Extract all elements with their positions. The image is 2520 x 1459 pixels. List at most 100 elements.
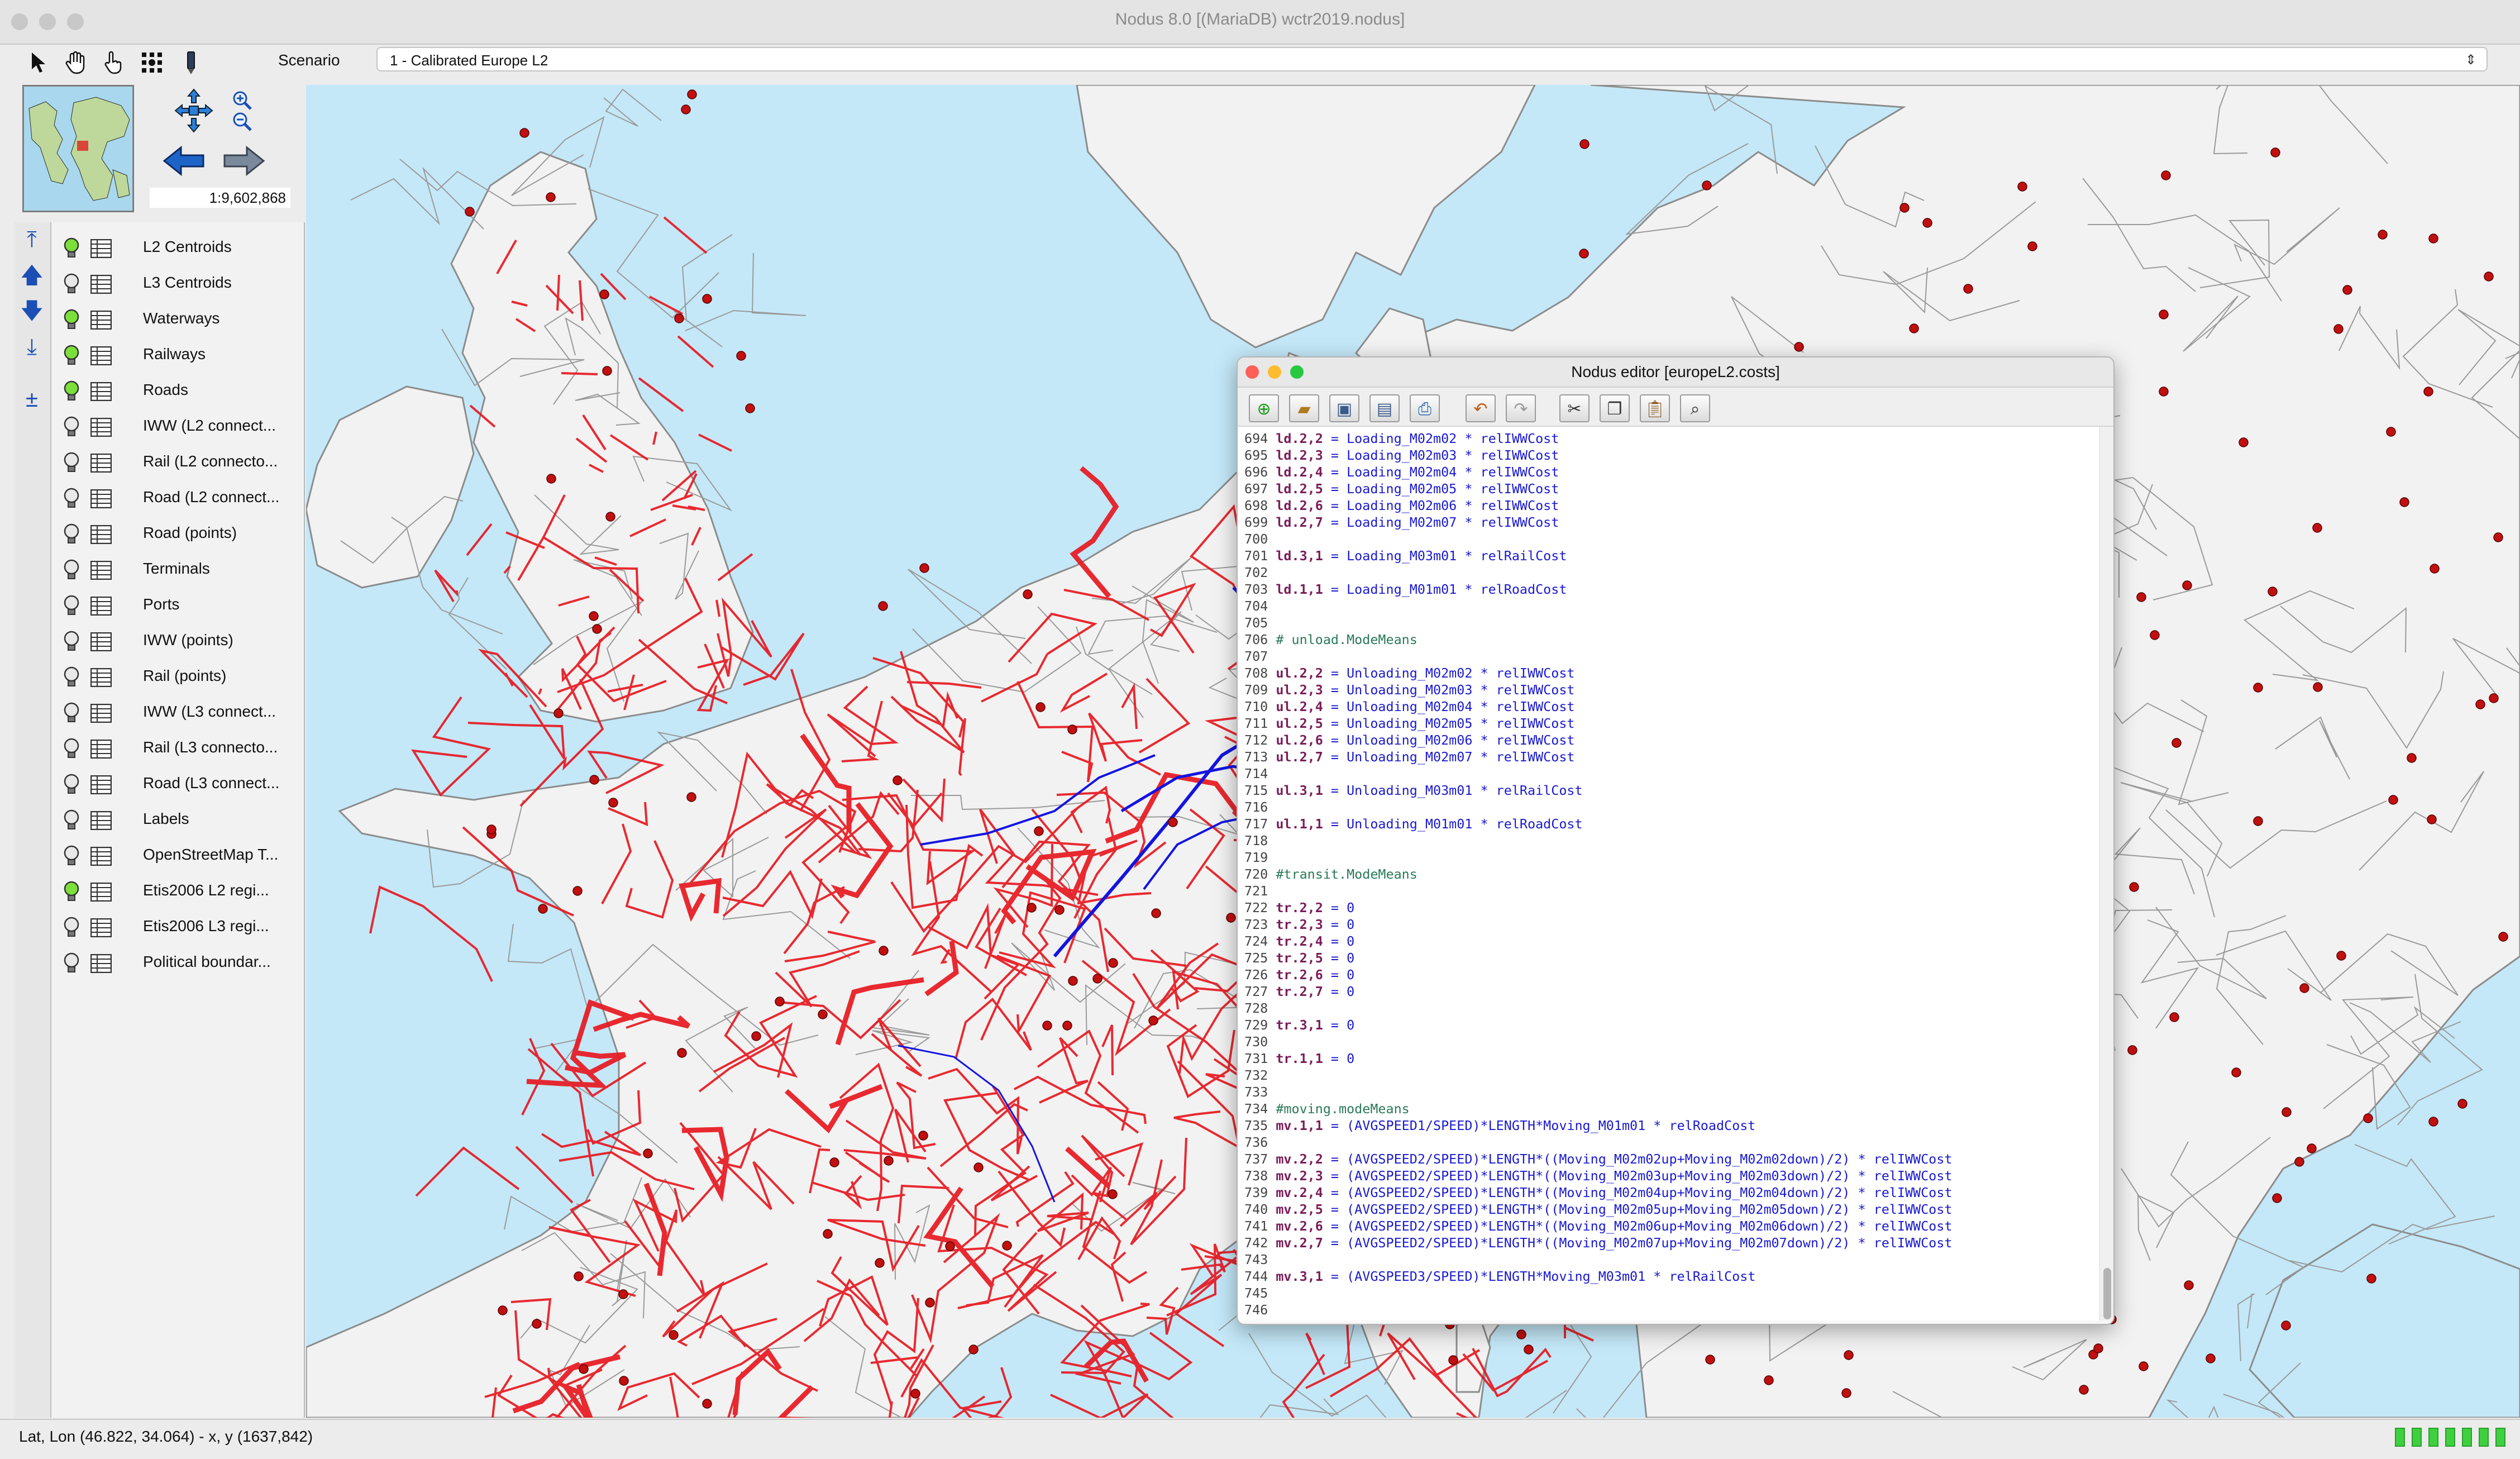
layer-row[interactable]: L2 Centroids <box>51 230 304 266</box>
save-icon[interactable]: ▣ <box>1329 394 1359 422</box>
layer-row[interactable]: OpenStreetMap T... <box>51 838 304 874</box>
layer-row[interactable]: Political boundar... <box>51 945 304 981</box>
move-up-icon[interactable]: 🡅 <box>19 261 45 289</box>
layer-row[interactable]: IWW (L2 connect... <box>51 409 304 445</box>
attribute-table-icon[interactable] <box>90 560 112 580</box>
new-file-icon[interactable]: ⊕ <box>1249 394 1279 422</box>
attribute-table-icon[interactable] <box>90 239 112 259</box>
attribute-table-icon[interactable] <box>90 846 112 866</box>
move-top-icon[interactable]: ⤒ <box>19 226 45 254</box>
scenario-select[interactable]: 1 - Calibrated Europe L2 ⇕ <box>376 47 2488 71</box>
move-down-icon[interactable]: 🡇 <box>19 297 45 325</box>
layer-row[interactable]: Roads <box>51 373 304 409</box>
code-variable: ld.3,1 <box>1276 548 1323 564</box>
layer-row[interactable]: Road (points) <box>51 516 304 552</box>
attribute-table-icon[interactable] <box>90 274 112 294</box>
centroid-point <box>681 104 691 115</box>
visibility-bulb-icon[interactable] <box>61 630 82 652</box>
layer-row[interactable]: IWW (L3 connect... <box>51 695 304 731</box>
layer-row[interactable]: Road (L3 connect... <box>51 766 304 802</box>
editor-scrollbar[interactable] <box>2099 427 2113 1320</box>
layer-row[interactable]: Rail (points) <box>51 659 304 695</box>
scale-display[interactable]: 1:9,602,868 <box>150 188 290 208</box>
layer-row[interactable]: Road (L2 connect... <box>51 480 304 516</box>
visibility-bulb-icon[interactable] <box>61 952 82 974</box>
open-folder-icon[interactable]: ▰ <box>1289 394 1319 422</box>
visibility-bulb-icon[interactable] <box>61 773 82 795</box>
visibility-bulb-icon[interactable] <box>61 308 82 331</box>
visibility-bulb-icon[interactable] <box>61 416 82 438</box>
line-number: 732 <box>1244 1067 1276 1083</box>
attribute-table-icon[interactable] <box>90 596 112 616</box>
attribute-table-icon[interactable] <box>90 775 112 795</box>
forward-arrow-icon[interactable] <box>221 144 266 180</box>
editor-text-area[interactable]: 694 ld.2,2 = Loading_M02m02 * relIWWCost… <box>1239 427 2099 1320</box>
layer-row[interactable]: Railways <box>51 337 304 373</box>
attribute-table-icon[interactable] <box>90 489 112 509</box>
layer-row[interactable]: Etis2006 L3 regi... <box>51 909 304 945</box>
attribute-table-icon[interactable] <box>90 667 112 688</box>
attribute-table-icon[interactable] <box>90 918 112 938</box>
visibility-bulb-icon[interactable] <box>61 916 82 938</box>
layer-row[interactable]: Etis2006 L2 regi... <box>51 874 304 909</box>
visibility-bulb-icon[interactable] <box>61 702 82 724</box>
move-bottom-icon[interactable]: ⤓ <box>19 333 45 361</box>
code-line: 698 ld.2,6 = Loading_M02m06 * relIWWCost <box>1244 497 1952 514</box>
layer-row[interactable]: Waterways <box>51 302 304 337</box>
pen-edit-icon[interactable] <box>176 48 206 77</box>
layer-row[interactable]: Ports <box>51 588 304 623</box>
back-arrow-icon[interactable] <box>162 144 207 180</box>
attribute-table-icon[interactable] <box>90 525 112 545</box>
visibility-bulb-icon[interactable] <box>61 845 82 867</box>
visibility-bulb-icon[interactable] <box>61 594 82 617</box>
attribute-table-icon[interactable] <box>90 453 112 473</box>
memory-indicator-icon <box>2412 1428 2422 1447</box>
arrow-pointer-icon[interactable] <box>25 48 54 77</box>
attribute-table-icon[interactable] <box>90 953 112 974</box>
visibility-bulb-icon[interactable] <box>61 666 82 688</box>
visibility-bulb-icon[interactable] <box>61 273 82 295</box>
visibility-bulb-icon[interactable] <box>61 523 82 545</box>
visibility-bulb-icon[interactable] <box>61 737 82 760</box>
visibility-bulb-icon[interactable] <box>61 344 82 366</box>
attribute-table-icon[interactable] <box>90 310 112 330</box>
zoom-in-icon[interactable] <box>232 90 252 113</box>
layer-row[interactable]: Terminals <box>51 552 304 588</box>
zoom-out-icon[interactable] <box>232 112 252 135</box>
layer-row[interactable]: Labels <box>51 802 304 838</box>
editor-scroll-thumb[interactable] <box>2103 1268 2111 1319</box>
save-as-icon[interactable]: ▤ <box>1369 394 1400 422</box>
visibility-bulb-icon[interactable] <box>61 237 82 259</box>
attribute-table-icon[interactable] <box>90 346 112 366</box>
visibility-bulb-icon[interactable] <box>61 487 82 509</box>
overview-minimap[interactable] <box>22 85 134 212</box>
visibility-bulb-icon[interactable] <box>61 809 82 831</box>
network-node-icon[interactable] <box>137 48 166 77</box>
zoom-extent-icon[interactable] <box>174 88 213 136</box>
visibility-bulb-icon[interactable] <box>61 451 82 474</box>
finger-select-icon[interactable] <box>98 48 127 77</box>
layer-row[interactable]: IWW (points) <box>51 623 304 659</box>
cut-icon[interactable]: ✂ <box>1559 394 1590 422</box>
find-icon[interactable]: ⌕ <box>1680 394 1710 422</box>
attribute-table-icon[interactable] <box>90 632 112 652</box>
layer-row[interactable]: Rail (L3 connecto... <box>51 731 304 766</box>
attribute-table-icon[interactable] <box>90 703 112 723</box>
layer-row[interactable]: Rail (L2 connecto... <box>51 445 304 480</box>
visibility-bulb-icon[interactable] <box>61 559 82 581</box>
attribute-table-icon[interactable] <box>90 882 112 902</box>
attribute-table-icon[interactable] <box>90 739 112 759</box>
add-layer-icon[interactable]: ± <box>19 385 45 413</box>
layer-row[interactable]: L3 Centroids <box>51 266 304 302</box>
hand-pan-icon[interactable] <box>61 48 90 77</box>
attribute-table-icon[interactable] <box>90 382 112 402</box>
undo-icon[interactable]: ↶ <box>1466 394 1496 422</box>
attribute-table-icon[interactable] <box>90 810 112 831</box>
print-icon[interactable]: ⎙ <box>1410 394 1440 422</box>
attribute-table-icon[interactable] <box>90 417 112 437</box>
visibility-bulb-icon[interactable] <box>61 380 82 402</box>
copy-icon[interactable]: ❐ <box>1600 394 1630 422</box>
paste-icon[interactable]: 📋︎ <box>1640 394 1670 422</box>
redo-icon[interactable]: ↷ <box>1506 394 1536 422</box>
visibility-bulb-icon[interactable] <box>61 880 82 903</box>
